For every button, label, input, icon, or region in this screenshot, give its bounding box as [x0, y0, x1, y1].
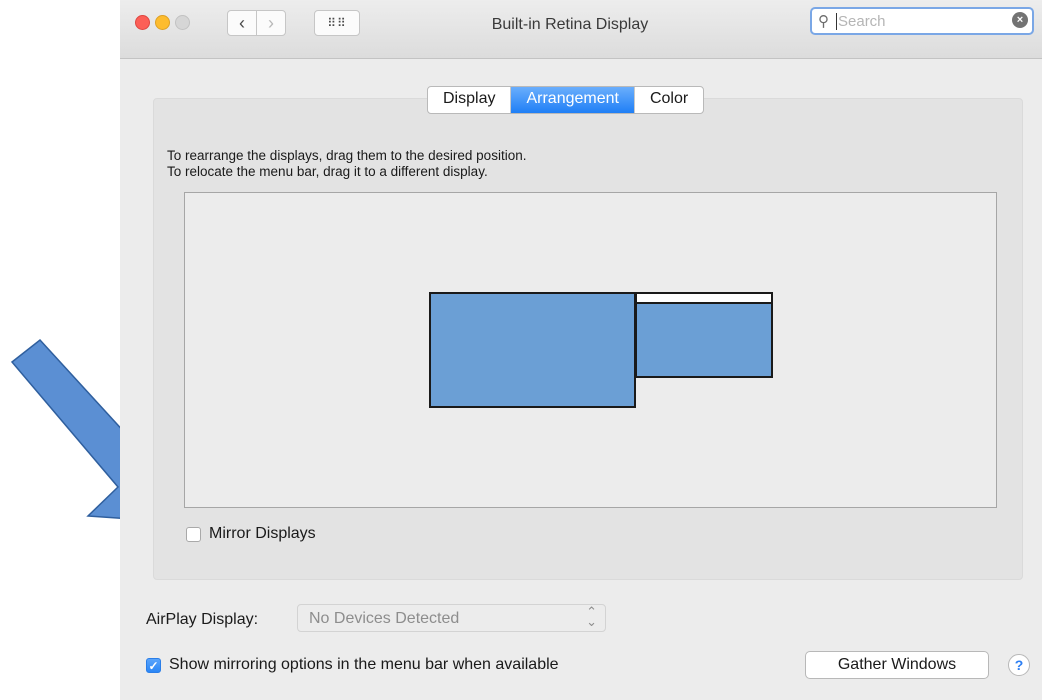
- chevron-updown-icon: ⌃ ⌄: [586, 604, 597, 629]
- window-title: Built-in Retina Display: [491, 16, 649, 33]
- zoom-window-button[interactable]: [175, 15, 190, 30]
- forward-button[interactable]: ›: [256, 10, 286, 36]
- help-button[interactable]: ?: [1008, 654, 1030, 676]
- show-mirroring-checkbox[interactable]: ✓: [146, 657, 161, 673]
- chevron-left-icon: ‹: [239, 12, 245, 33]
- close-window-button[interactable]: [135, 15, 150, 30]
- back-button[interactable]: ‹: [227, 10, 257, 36]
- minimize-window-button[interactable]: [155, 15, 170, 30]
- display-main[interactable]: [429, 292, 636, 408]
- tab-display[interactable]: Display: [428, 87, 510, 113]
- tab-color[interactable]: Color: [633, 87, 703, 113]
- mirror-displays-row[interactable]: Mirror Displays: [186, 525, 316, 543]
- instruction-rearrange: To rearrange the displays, drag them to …: [167, 148, 527, 163]
- search-field[interactable]: ⚲ Search ×: [810, 7, 1034, 35]
- instruction-menubar: To relocate the menu bar, drag it to a d…: [167, 164, 488, 179]
- show-mirroring-label[interactable]: Show mirroring options in the menu bar w…: [169, 656, 559, 674]
- gather-windows-button[interactable]: Gather Windows: [805, 651, 989, 679]
- display-arrangement-area: [184, 192, 997, 508]
- chevron-right-icon: ›: [268, 12, 274, 33]
- menu-bar-indicator[interactable]: [637, 294, 771, 304]
- airplay-display-popup[interactable]: No Devices Detected ⌃ ⌄: [297, 604, 606, 632]
- instructions: To rearrange the displays, drag them to …: [167, 148, 526, 180]
- mirror-displays-label[interactable]: Mirror Displays: [209, 525, 316, 543]
- title-bar: ‹ › ⠿⠿ Built-in Retina Display ⚲ Search …: [120, 0, 1042, 59]
- tab-arrangement[interactable]: Arrangement: [510, 87, 634, 113]
- show-all-button[interactable]: ⠿⠿: [314, 10, 360, 36]
- grid-icon: ⠿⠿: [327, 16, 347, 30]
- search-icon: ⚲: [818, 13, 829, 30]
- search-placeholder: Search: [836, 13, 886, 30]
- mirror-displays-checkbox[interactable]: [186, 526, 201, 542]
- airplay-display-label: AirPlay Display:: [146, 611, 259, 628]
- display-secondary[interactable]: [635, 292, 773, 378]
- clear-search-icon[interactable]: ×: [1012, 12, 1028, 28]
- airplay-display-value: No Devices Detected: [309, 610, 460, 627]
- system-preferences-window: ‹ › ⠿⠿ Built-in Retina Display ⚲ Search …: [120, 0, 1042, 700]
- show-mirroring-row[interactable]: ✓ Show mirroring options in the menu bar…: [146, 656, 559, 674]
- tab-bar: Display Arrangement Color: [427, 86, 705, 114]
